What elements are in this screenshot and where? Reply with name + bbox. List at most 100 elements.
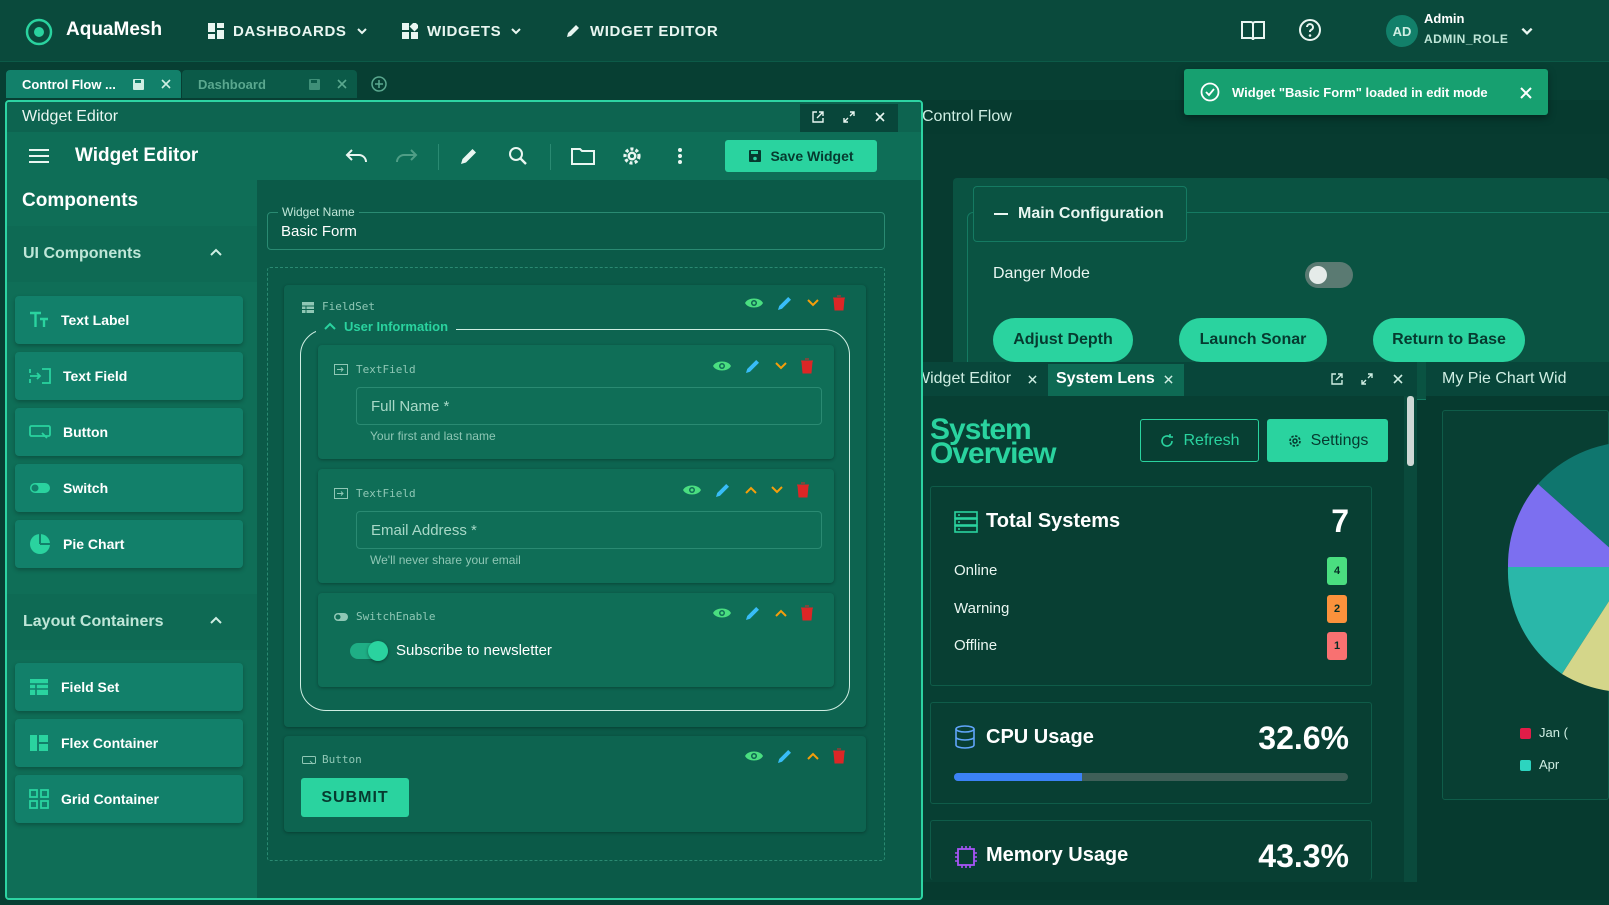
delete-icon[interactable] xyxy=(800,358,814,374)
section-label: Layout Containers xyxy=(23,613,164,630)
widget-name-input[interactable]: Widget Name Basic Form xyxy=(267,205,885,250)
layout-containers-section[interactable]: Layout Containers xyxy=(7,594,257,650)
open-external-icon[interactable] xyxy=(1330,372,1344,386)
palette-item-flex-container[interactable]: Flex Container xyxy=(15,719,243,767)
save-widget-button[interactable]: Save Widget xyxy=(725,140,877,172)
button-icon xyxy=(29,425,51,439)
legend-label: Apr xyxy=(1539,757,1560,772)
warning-count-badge: 2 xyxy=(1327,595,1347,623)
cpu-usage-value: 32.6% xyxy=(1258,720,1349,756)
close-icon[interactable] xyxy=(337,79,347,89)
refresh-button[interactable]: Refresh xyxy=(1140,419,1259,462)
save-icon[interactable] xyxy=(308,78,321,91)
delete-icon[interactable] xyxy=(800,605,814,621)
delete-icon[interactable] xyxy=(832,295,846,311)
eye-icon[interactable] xyxy=(744,749,764,763)
palette-item-button[interactable]: Button xyxy=(15,408,243,456)
tab-dashboard[interactable]: Dashboard xyxy=(182,70,357,98)
eye-icon[interactable] xyxy=(712,606,732,620)
close-icon[interactable] xyxy=(1164,375,1173,384)
offline-count-badge: 1 xyxy=(1327,632,1347,660)
palette-item-field-set[interactable]: Field Set xyxy=(15,663,243,711)
chevron-up-icon[interactable] xyxy=(806,751,820,761)
toggle-icon xyxy=(334,613,348,621)
redo-icon[interactable] xyxy=(394,146,418,166)
submit-button[interactable]: SUBMIT xyxy=(301,778,409,817)
palette-title: Components xyxy=(22,190,139,211)
server-list-icon xyxy=(954,511,978,533)
adjust-depth-button[interactable]: Adjust Depth xyxy=(993,318,1133,362)
eye-icon[interactable] xyxy=(682,483,702,497)
config-header[interactable]: Main Configuration xyxy=(973,186,1187,242)
gear-icon[interactable] xyxy=(621,145,643,167)
menu-icon[interactable] xyxy=(29,149,49,163)
expand-icon[interactable] xyxy=(842,110,856,124)
edit-icon[interactable] xyxy=(776,294,794,312)
avatar[interactable]: AD xyxy=(1386,15,1418,47)
nav-dashboards[interactable]: DASHBOARDS xyxy=(208,0,368,62)
delete-icon[interactable] xyxy=(796,482,810,498)
return-to-base-button[interactable]: Return to Base xyxy=(1373,318,1525,362)
eye-icon[interactable] xyxy=(744,296,764,310)
edit-icon[interactable] xyxy=(776,747,794,765)
palette-item-pie-chart[interactable]: Pie Chart xyxy=(15,520,243,568)
docs-book-icon[interactable] xyxy=(1240,19,1266,43)
user-menu-chevron-icon[interactable] xyxy=(1520,24,1534,38)
close-icon[interactable] xyxy=(161,79,171,89)
edit-icon[interactable] xyxy=(714,481,732,499)
more-vertical-icon[interactable] xyxy=(677,147,683,165)
full-name-input[interactable]: Full Name * xyxy=(356,387,822,425)
ui-components-section[interactable]: UI Components xyxy=(7,226,257,282)
textfield-component[interactable]: TextField Full Name * Your first and las… xyxy=(318,345,834,459)
scrollbar-thumb[interactable] xyxy=(1407,396,1414,466)
chevron-up-icon[interactable] xyxy=(774,608,788,618)
expand-icon[interactable] xyxy=(1360,372,1374,386)
pie-chart-panel: My Pie Chart Wid Jan ( Apr xyxy=(1426,362,1609,882)
save-icon[interactable] xyxy=(132,78,145,91)
folder-icon[interactable] xyxy=(571,147,595,165)
undo-icon[interactable] xyxy=(345,146,369,166)
close-icon[interactable] xyxy=(1028,375,1037,384)
danger-mode-switch[interactable] xyxy=(1305,262,1353,288)
nav-widgets[interactable]: WIDGETS xyxy=(402,0,522,62)
chevron-up-icon xyxy=(324,322,336,330)
refresh-icon xyxy=(1161,433,1174,447)
launch-sonar-button[interactable]: Launch Sonar xyxy=(1179,318,1327,362)
chevron-down-icon[interactable] xyxy=(770,485,784,495)
close-icon[interactable] xyxy=(1520,87,1532,99)
eye-icon[interactable] xyxy=(712,359,732,373)
newsletter-switch[interactable] xyxy=(350,641,388,661)
tab-widget-editor[interactable]: Widget Editor xyxy=(915,370,1011,388)
palette-item-label: Flex Container xyxy=(61,735,159,751)
email-address-input[interactable]: Email Address * xyxy=(356,511,822,549)
chevron-down-icon[interactable] xyxy=(806,298,820,308)
palette-item-switch[interactable]: Switch xyxy=(15,464,243,512)
textfield-component[interactable]: TextField Email Address * We'll never sh… xyxy=(318,469,834,583)
palette-item-grid-container[interactable]: Grid Container xyxy=(15,775,243,823)
chevron-down-icon[interactable] xyxy=(774,361,788,371)
scrollbar-track[interactable] xyxy=(1404,396,1417,882)
settings-button[interactable]: Settings xyxy=(1267,419,1388,462)
component-actions xyxy=(682,481,810,499)
button-component[interactable]: Button SUBMIT xyxy=(284,736,866,832)
close-icon[interactable] xyxy=(875,112,885,122)
add-tab-icon[interactable] xyxy=(370,75,388,93)
palette-item-text-label[interactable]: Text Label xyxy=(15,296,243,344)
switch-component[interactable]: SwitchEnable Subscribe to newsletter xyxy=(318,593,834,687)
fieldset-legend[interactable]: User Information xyxy=(316,319,457,334)
nav-widget-editor[interactable]: WIDGET EDITOR xyxy=(565,0,718,62)
delete-icon[interactable] xyxy=(832,748,846,764)
palette-item-label: Switch xyxy=(63,480,109,496)
edit-icon[interactable] xyxy=(744,604,762,622)
close-icon[interactable] xyxy=(1393,374,1403,384)
component-type: Button xyxy=(322,753,362,766)
open-external-icon[interactable] xyxy=(811,110,825,124)
chevron-up-icon[interactable] xyxy=(744,485,758,495)
help-icon[interactable] xyxy=(1298,18,1322,42)
edit-icon[interactable] xyxy=(744,357,762,375)
search-icon[interactable] xyxy=(508,146,528,166)
palette-item-text-field[interactable]: Text Field xyxy=(15,352,243,400)
nav-widget-editor-label: WIDGET EDITOR xyxy=(590,22,719,40)
pencil-icon[interactable] xyxy=(459,146,479,166)
tab-control-flow[interactable]: Control Flow ... xyxy=(6,70,181,98)
